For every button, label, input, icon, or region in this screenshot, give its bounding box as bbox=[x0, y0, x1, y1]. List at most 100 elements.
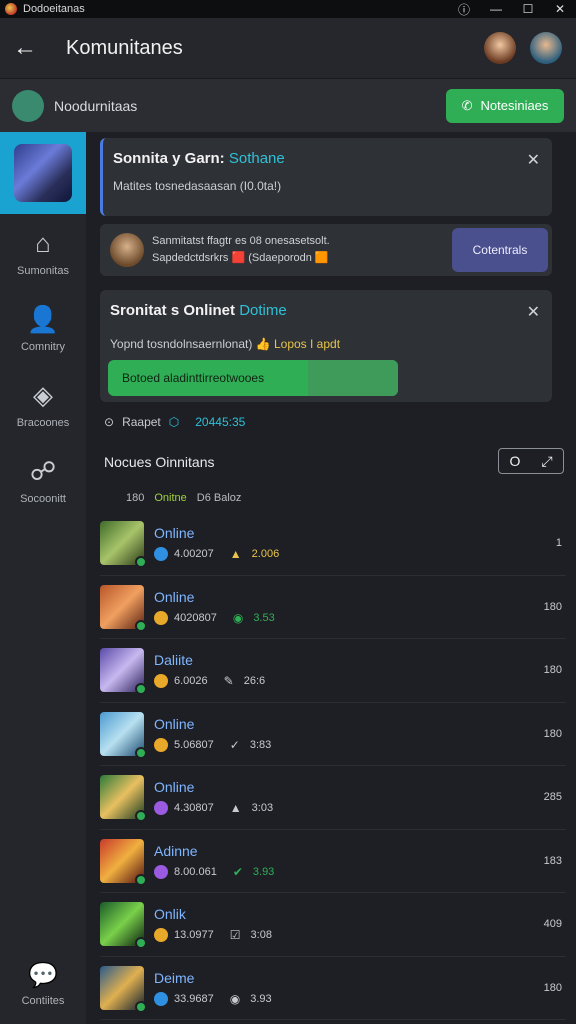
minimize-icon[interactable]: — bbox=[480, 2, 512, 16]
card-title: Sonnita y Garn: Sothane bbox=[113, 150, 542, 167]
avatar bbox=[100, 711, 147, 759]
list-item[interactable]: Daliite 6.0026 ✎ 26:6 180 bbox=[100, 639, 566, 703]
join-button[interactable]: Botoed aladinttirreotwooes bbox=[108, 360, 398, 396]
notifications-button[interactable]: ✆ Notesiniaes bbox=[446, 88, 564, 123]
filter-row: 180 Onitne D6 Baloz bbox=[126, 492, 241, 504]
sidebar-item-label: Sumonitas bbox=[17, 264, 69, 277]
rank-badge-icon bbox=[154, 547, 168, 562]
sidebar-item-socoonitt[interactable]: ☍ Socoonitt bbox=[0, 442, 86, 518]
list-item[interactable]: Online 4.00207 ▲ 2.006 1 bbox=[100, 512, 566, 576]
member-score: 26:6 bbox=[243, 675, 266, 688]
sidebar-item-label: Bracoones bbox=[16, 416, 70, 429]
avatar bbox=[100, 838, 147, 886]
member-score: 3.93 bbox=[252, 865, 275, 878]
invite-line-1: Sanmitatst ffagtr es 08 onesasetsolt. bbox=[152, 235, 330, 247]
list-item[interactable]: Onlik 13.0977 ☑ 3:08 409 bbox=[100, 893, 566, 957]
sidebar-item-label: Comnitry bbox=[20, 340, 65, 353]
member-status: Online bbox=[154, 779, 195, 796]
presence-dot bbox=[135, 873, 147, 886]
filter-online[interactable]: Onitne bbox=[154, 492, 186, 504]
close-icon[interactable]: ✕ bbox=[544, 2, 576, 16]
score-icon: ▲ bbox=[229, 801, 242, 816]
close-icon[interactable]: ✕ bbox=[527, 150, 540, 170]
chat-icon: 💬 bbox=[28, 962, 58, 989]
info-icon[interactable]: ⓘ bbox=[448, 1, 480, 18]
community-label: Noodurnitaas bbox=[54, 97, 138, 114]
maximize-icon[interactable]: ☐ bbox=[512, 2, 544, 16]
clock-icon: ⊙ bbox=[104, 415, 115, 429]
toggle-left[interactable]: O bbox=[509, 453, 520, 469]
member-value: 180 bbox=[543, 981, 562, 994]
page-title: Komunitanes bbox=[66, 36, 183, 59]
sidebar-item-contiites[interactable]: 💬 Contiites bbox=[0, 944, 86, 1024]
rank-badge-icon bbox=[154, 737, 168, 752]
member-value: 1 bbox=[555, 537, 562, 550]
rank-badge-icon bbox=[154, 801, 168, 816]
card-title-text: Sonnita y Garn: bbox=[113, 150, 225, 167]
avatar[interactable] bbox=[530, 32, 562, 64]
member-status: Onlik bbox=[154, 906, 186, 923]
controller-icon: ◈ bbox=[33, 379, 53, 410]
member-value: 409 bbox=[543, 918, 562, 931]
member-list: Online 4.00207 ▲ 2.006 1 Online 4020807 ◉ 3.53 18… bbox=[100, 512, 566, 1020]
presence-dot bbox=[135, 1000, 147, 1013]
avatar bbox=[100, 584, 147, 632]
member-code: 4.00207 bbox=[174, 548, 214, 561]
list-item[interactable]: Online 4020807 ◉ 3.53 180 bbox=[100, 576, 566, 639]
avatar bbox=[100, 521, 147, 569]
close-icon[interactable]: ✕ bbox=[527, 302, 540, 322]
card-subtitle-highlight: Lopos I apdt bbox=[273, 337, 341, 351]
sidebar-game-tile[interactable] bbox=[0, 132, 86, 214]
back-arrow-icon[interactable]: ← bbox=[0, 34, 50, 62]
member-status: Deime bbox=[154, 969, 195, 986]
card-title-accent: Dotime bbox=[239, 302, 287, 319]
report-count: 20445:35 bbox=[195, 415, 246, 429]
group-icon: ☍ bbox=[29, 455, 57, 486]
sidebar-item-bracoones[interactable]: ◈ Bracoones bbox=[0, 366, 86, 442]
view-toggle[interactable]: O ⤢ bbox=[498, 448, 564, 474]
report-row: ⊙ Raapet ⬡ 20445:35 bbox=[104, 412, 245, 432]
section-title: Nocues Oinnitans bbox=[104, 454, 215, 470]
score-icon: ✓ bbox=[229, 737, 240, 752]
member-score: 3:03 bbox=[251, 802, 274, 815]
connect-button[interactable]: Cotentrals bbox=[452, 228, 548, 272]
member-status: Online bbox=[154, 715, 195, 732]
invite-card: Sanmitatst ffagtr es 08 onesasetsolt. Sa… bbox=[100, 224, 552, 276]
member-status: Daliite bbox=[154, 652, 193, 669]
member-code: 8.00.061 bbox=[174, 865, 217, 878]
member-code: 13.0977 bbox=[174, 929, 214, 942]
list-item[interactable]: Online 4.30807 ▲ 3:03 285 bbox=[100, 766, 566, 830]
card-title: Sronitat s Onlinet Dotime bbox=[110, 302, 542, 319]
member-score: 3:08 bbox=[250, 929, 272, 942]
online-card: Sronitat s Onlinet Dotime Yopnd tosndoln… bbox=[100, 290, 552, 402]
expand-icon[interactable]: ⤢ bbox=[541, 453, 552, 470]
member-code: 5.06807 bbox=[174, 738, 214, 751]
member-code: 33.9687 bbox=[174, 992, 214, 1005]
filter-count[interactable]: 180 bbox=[126, 492, 144, 504]
list-item[interactable]: Adinne 8.00.061 ✔ 3.93 183 bbox=[100, 830, 566, 893]
report-label[interactable]: Raapet bbox=[122, 415, 161, 429]
score-icon: ☑ bbox=[229, 928, 241, 943]
member-value: 180 bbox=[543, 600, 562, 613]
presence-dot bbox=[135, 619, 147, 632]
avatar bbox=[100, 902, 147, 950]
sidebar: ⌂ Sumonitas 👤 Comnitry ◈ Bracoones ☍ Soc… bbox=[0, 132, 86, 1024]
presence-dot bbox=[135, 556, 147, 569]
avatar[interactable] bbox=[12, 89, 44, 122]
card-subtitle: Yopnd tosndolnsaernlonat) 👍 Lopos I apdt bbox=[110, 337, 542, 351]
avatar bbox=[100, 965, 147, 1013]
rank-badge-icon bbox=[154, 610, 168, 625]
join-button-tail bbox=[308, 360, 398, 396]
member-score: 3.53 bbox=[253, 611, 275, 624]
announcement-card[interactable]: Sonnita y Garn: Sothane Matites tosnedas… bbox=[100, 138, 552, 216]
filter-other[interactable]: D6 Baloz bbox=[197, 492, 242, 504]
sidebar-item-sumonitas[interactable]: ⌂ Sumonitas bbox=[0, 214, 86, 290]
avatar[interactable] bbox=[484, 32, 516, 64]
location-icon: ⬡ bbox=[168, 415, 180, 429]
sidebar-item-comnitry[interactable]: 👤 Comnitry bbox=[0, 290, 86, 366]
list-item[interactable]: Deime 33.9687 ◉ 3.93 180 bbox=[100, 957, 566, 1020]
member-score: 2.006 bbox=[251, 548, 280, 561]
list-item[interactable]: Online 5.06807 ✓ 3:83 180 bbox=[100, 703, 566, 766]
member-status: Online bbox=[154, 588, 195, 605]
member-status: Online bbox=[154, 525, 195, 542]
